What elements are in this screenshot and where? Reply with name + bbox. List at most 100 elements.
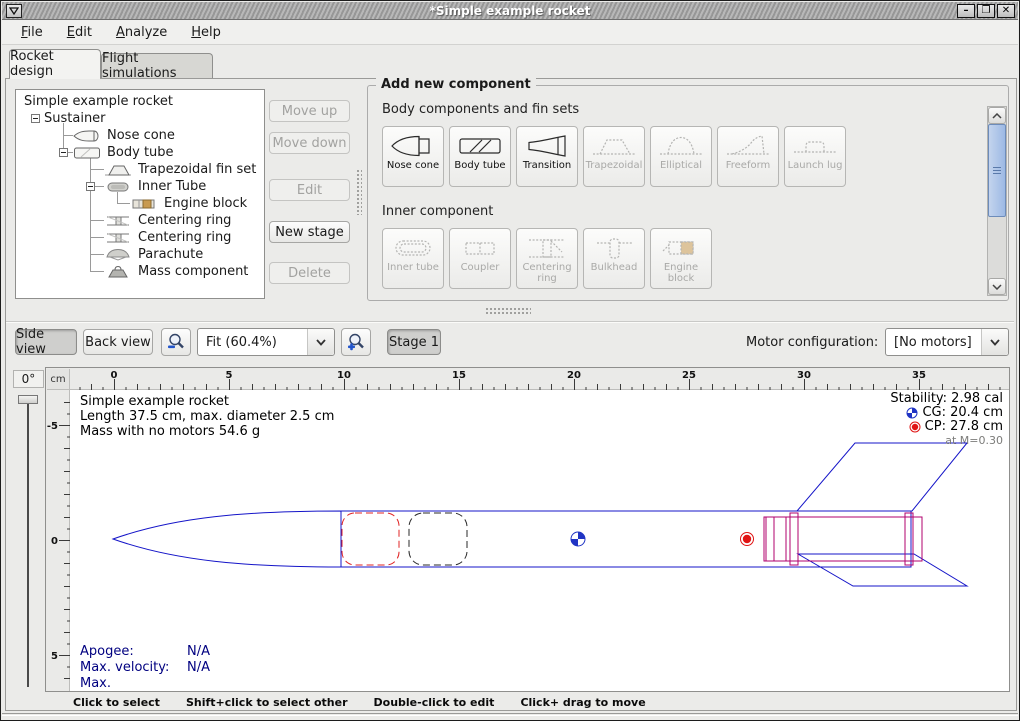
menu-edit-rest: dit bbox=[75, 25, 92, 40]
motor-configuration-select[interactable]: [No motors] bbox=[885, 328, 1009, 356]
back-view-toggle[interactable]: Back view bbox=[83, 329, 153, 355]
engine-block-outline[interactable] bbox=[766, 517, 786, 561]
menu-item-help[interactable]: Help bbox=[182, 22, 230, 43]
nose-cone-icon bbox=[390, 133, 436, 159]
trapezoidal-fin-icon bbox=[591, 133, 637, 159]
component-panel-scrollbar[interactable] bbox=[987, 106, 1007, 296]
horizontal-split-grip[interactable] bbox=[485, 307, 531, 314]
tree-item-body-tube[interactable]: Body tube bbox=[73, 144, 174, 161]
close-button[interactable]: ✕ bbox=[997, 4, 1015, 18]
scrollbar-thumb[interactable] bbox=[988, 124, 1006, 217]
move-down-button[interactable]: Move down bbox=[269, 132, 350, 154]
tree-item-mass-component[interactable]: Mass component bbox=[104, 263, 248, 280]
add-bulkhead-button[interactable]: Bulkhead bbox=[583, 228, 645, 289]
nose-cone-outline[interactable] bbox=[113, 511, 341, 567]
menu-item-edit[interactable]: Edit bbox=[58, 22, 101, 43]
body-tube-outline[interactable] bbox=[341, 511, 911, 567]
tree-item-rocket[interactable]: Simple example rocket bbox=[24, 93, 173, 110]
inner-tube-icon bbox=[104, 180, 132, 194]
tree-label: Centering ring bbox=[138, 230, 231, 245]
centering-ring-1-outline[interactable] bbox=[790, 513, 798, 565]
motor-configuration-value: [No motors] bbox=[886, 329, 981, 355]
vertical-ruler-svg: -505 bbox=[47, 390, 70, 691]
add-inner-tube-button[interactable]: Inner tube bbox=[382, 228, 444, 289]
maximize-button[interactable]: ❐ bbox=[977, 4, 995, 18]
menu-item-analyze[interactable]: Analyze bbox=[107, 22, 176, 43]
parachute-outline[interactable] bbox=[342, 513, 399, 565]
edit-button[interactable]: Edit bbox=[269, 179, 350, 201]
tab-flight-simulations[interactable]: Flight simulations bbox=[101, 53, 213, 78]
add-elliptical-fin-button[interactable]: Elliptical bbox=[650, 126, 712, 187]
menu-edit-mnemonic: E bbox=[67, 25, 75, 40]
add-freeform-fin-button[interactable]: Freeform bbox=[717, 126, 779, 187]
magnifier-minus-icon bbox=[166, 332, 186, 352]
add-trapezoidal-fin-button[interactable]: Trapezoidal bbox=[583, 126, 645, 187]
apogee-row: Apogee:N/A bbox=[80, 644, 210, 660]
expand-handle-inner-tube[interactable] bbox=[86, 182, 95, 191]
horizontal-ruler-svg: 05101520253035 bbox=[70, 369, 1009, 390]
button-label: Inner tube bbox=[387, 262, 439, 273]
transition-icon bbox=[524, 133, 570, 159]
mass-component-outline[interactable] bbox=[409, 513, 467, 565]
minimize-button[interactable]: – bbox=[957, 4, 975, 18]
zoom-out-button[interactable] bbox=[161, 328, 191, 356]
add-centering-ring-button[interactable]: Centering ring bbox=[516, 228, 578, 289]
tree-item-trapezoidal-fin-set[interactable]: Trapezoidal fin set bbox=[104, 161, 256, 178]
expand-handle-sustainer[interactable] bbox=[31, 114, 40, 123]
zoom-in-button[interactable] bbox=[341, 328, 371, 356]
add-launch-lug-button[interactable]: Launch lug bbox=[784, 126, 846, 187]
menu-analyze-rest: nalyze bbox=[125, 25, 167, 40]
chevron-down-icon bbox=[992, 284, 1002, 290]
window-title: *Simple example rocket bbox=[2, 4, 1018, 18]
scroll-up-button[interactable] bbox=[988, 107, 1006, 124]
tree-item-sustainer[interactable]: Sustainer bbox=[44, 110, 106, 127]
add-engine-block-button[interactable]: Engine block bbox=[650, 228, 712, 289]
expand-handle-body-tube[interactable] bbox=[59, 148, 68, 157]
tree-item-parachute[interactable]: Parachute bbox=[104, 246, 203, 263]
delete-button[interactable]: Delete bbox=[269, 262, 350, 284]
menu-item-file[interactable]: File bbox=[12, 22, 52, 43]
inner-component-label: Inner component bbox=[382, 204, 493, 219]
move-up-button[interactable]: Move up bbox=[269, 100, 350, 122]
split-divider[interactable] bbox=[6, 321, 1014, 323]
rotation-slider-handle[interactable] bbox=[18, 395, 38, 404]
cp-marker[interactable] bbox=[741, 533, 754, 546]
max-velocity-row: Max. velocity:N/A bbox=[80, 660, 210, 676]
bulkhead-icon bbox=[591, 235, 637, 261]
tree-item-centering-ring-1[interactable]: Centering ring bbox=[104, 212, 231, 229]
tree-label: Sustainer bbox=[44, 111, 106, 126]
zoom-level-select[interactable]: Fit (60.4%) bbox=[197, 328, 335, 356]
add-coupler-button[interactable]: Coupler bbox=[449, 228, 511, 289]
openrocket-window: *Simple example rocket – ❐ ✕ File Edit A… bbox=[0, 0, 1020, 721]
apogee-label: Apogee: bbox=[80, 644, 187, 660]
stage-1-toggle[interactable]: Stage 1 bbox=[387, 329, 441, 355]
motor-dropdown-button[interactable] bbox=[981, 329, 1008, 355]
add-body-tube-button[interactable]: Body tube bbox=[449, 126, 511, 187]
rotation-slider-track[interactable] bbox=[27, 401, 29, 687]
add-nose-cone-button[interactable]: Nose cone bbox=[382, 126, 444, 187]
new-stage-button[interactable]: New stage bbox=[269, 221, 350, 243]
centering-ring-2-outline[interactable] bbox=[905, 513, 913, 565]
button-label: Body tube bbox=[454, 160, 505, 171]
tree-item-centering-ring-2[interactable]: Centering ring bbox=[104, 229, 231, 246]
button-label: Nose cone bbox=[387, 160, 439, 171]
tree-item-inner-tube[interactable]: Inner Tube bbox=[104, 178, 206, 195]
fin-lower-outline[interactable] bbox=[798, 554, 967, 586]
vertical-split-grip[interactable] bbox=[356, 169, 362, 215]
motor-configuration-label: Motor configuration: bbox=[746, 335, 878, 350]
tree-label: Body tube bbox=[107, 145, 174, 160]
chevron-down-icon bbox=[314, 337, 328, 347]
add-transition-button[interactable]: Transition bbox=[516, 126, 578, 187]
scroll-down-button[interactable] bbox=[988, 278, 1006, 295]
rocket-design-canvas[interactable]: Simple example rocket Length 37.5 cm, ma… bbox=[70, 390, 1009, 691]
component-tree[interactable]: Simple example rocket Sustainer Nose con… bbox=[15, 89, 265, 299]
max-velocity-value: N/A bbox=[187, 660, 210, 675]
tree-item-engine-block[interactable]: Engine block bbox=[130, 195, 247, 212]
tree-item-nose-cone[interactable]: Nose cone bbox=[73, 127, 175, 144]
fin-upper-outline[interactable] bbox=[797, 443, 967, 511]
tab-rocket-design[interactable]: Rocket design bbox=[9, 49, 101, 78]
side-view-toggle[interactable]: Side view bbox=[15, 329, 77, 355]
cg-marker[interactable] bbox=[571, 532, 585, 546]
tree-connector bbox=[90, 271, 104, 272]
zoom-dropdown-button[interactable] bbox=[307, 329, 334, 355]
